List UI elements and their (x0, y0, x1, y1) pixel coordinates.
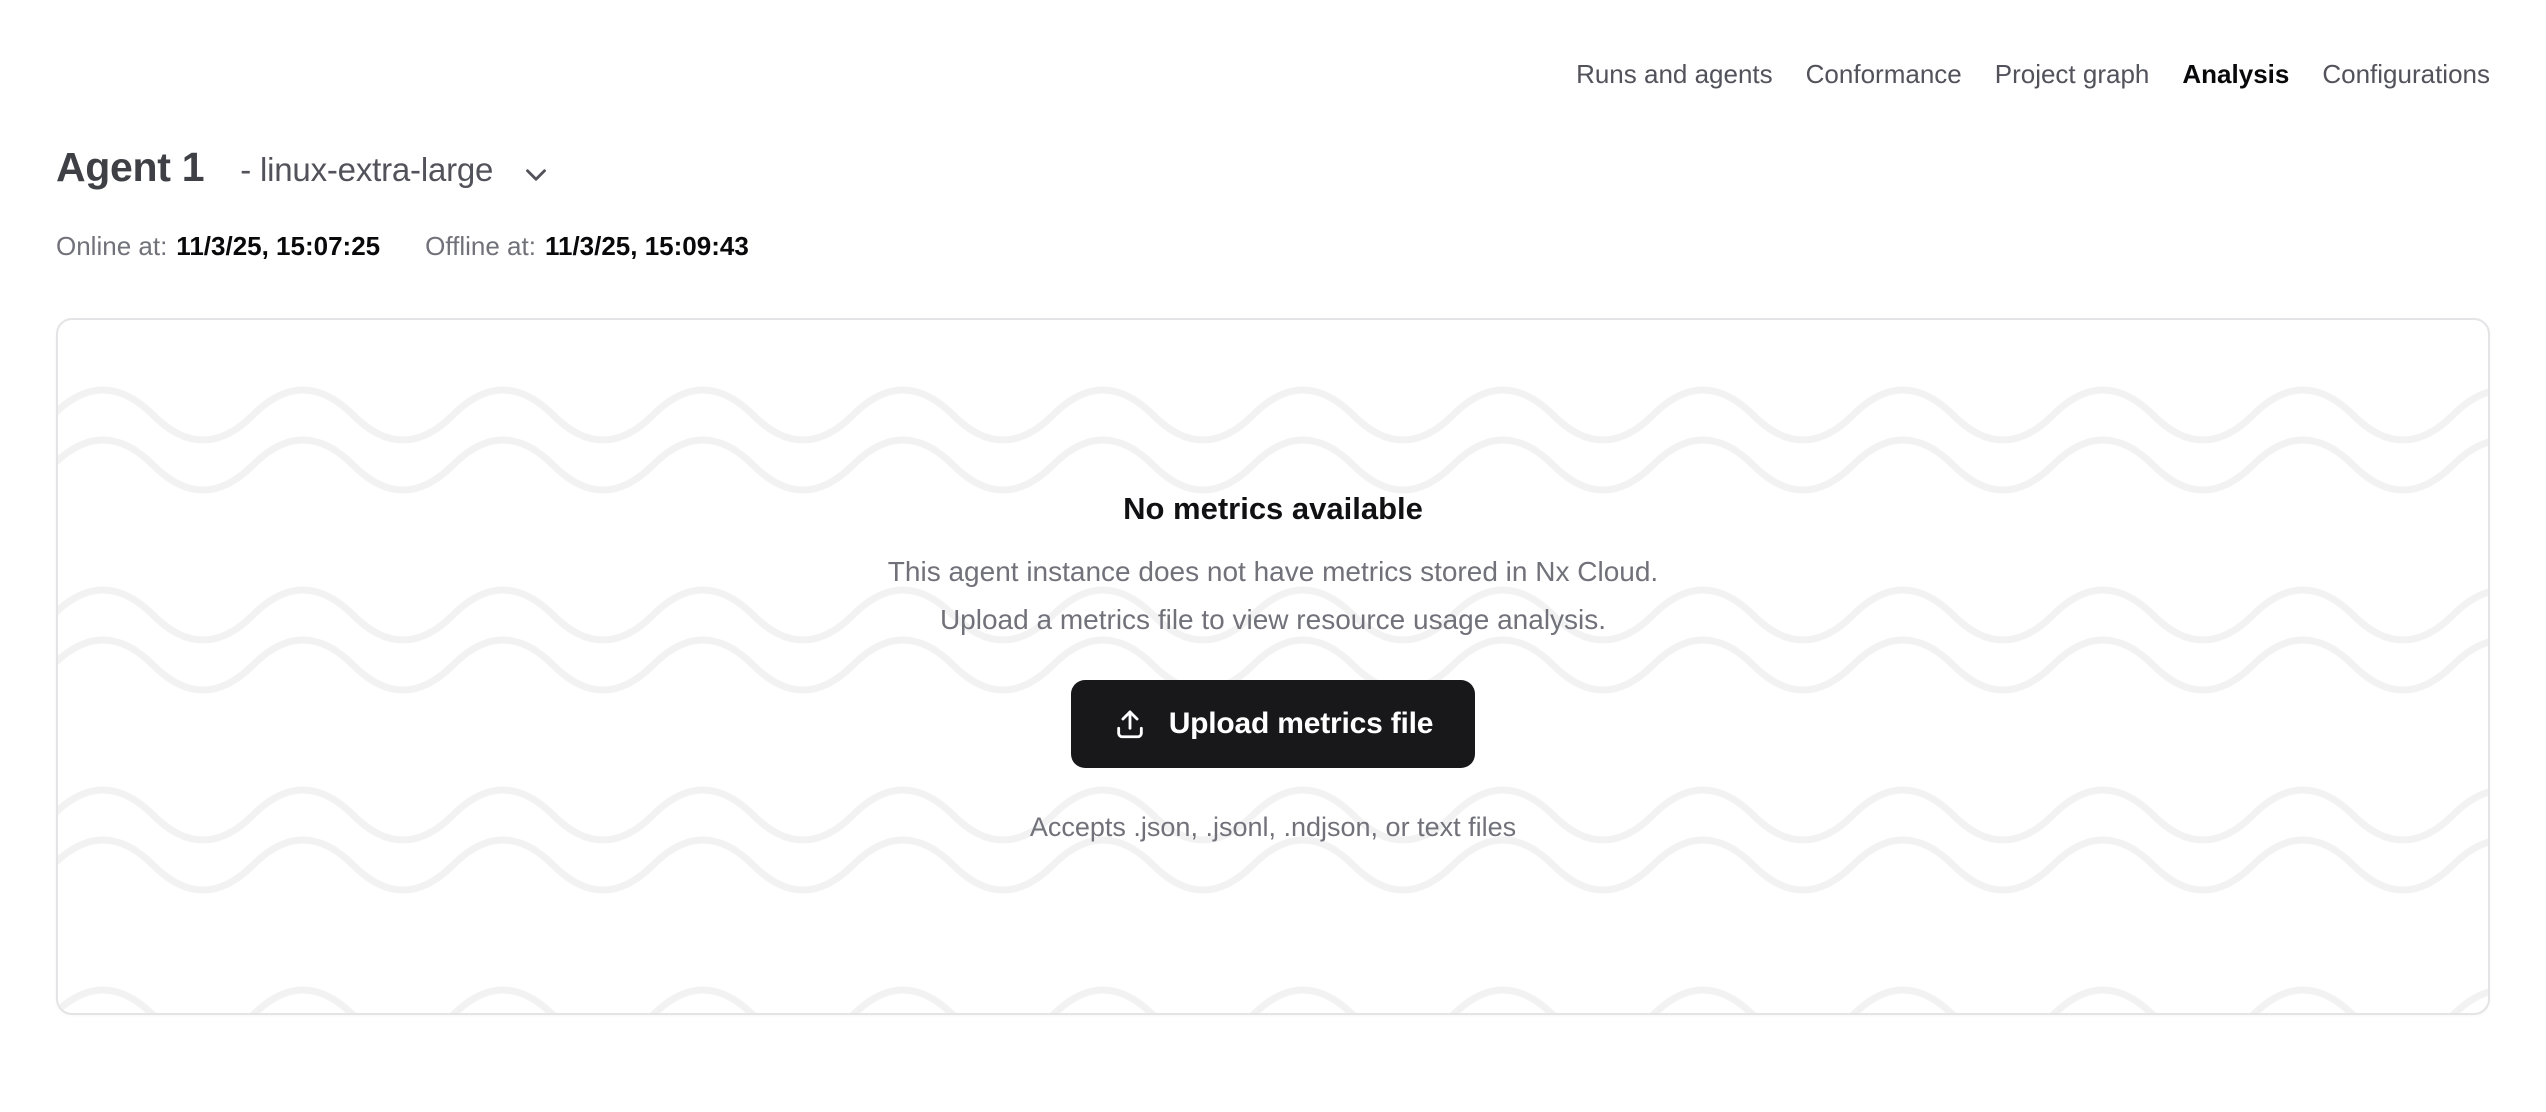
upload-metrics-button[interactable]: Upload metrics file (1071, 680, 1476, 768)
chevron-down-icon (519, 158, 553, 192)
agent-header: Agent 1 - linux-extra-large (56, 142, 2490, 192)
top-nav: Runs and agents Conformance Project grap… (56, 0, 2490, 90)
nav-item-runs-and-agents[interactable]: Runs and agents (1576, 58, 1773, 90)
agent-machine-label: - linux-extra-large (240, 151, 493, 189)
empty-state-line2: Upload a metrics file to view resource u… (940, 604, 1606, 635)
agent-analysis-page: Runs and agents Conformance Project grap… (0, 0, 2546, 1112)
empty-state: No metrics available This agent instance… (58, 320, 2488, 1013)
agent-selector-toggle[interactable] (519, 158, 553, 192)
upload-button-label: Upload metrics file (1169, 707, 1434, 741)
offline-at: Offline at: 11/3/25, 15:09:43 (425, 230, 749, 262)
empty-state-line1: This agent instance does not have metric… (888, 556, 1658, 587)
empty-state-description: This agent instance does not have metric… (888, 548, 1658, 644)
nav-item-analysis[interactable]: Analysis (2182, 58, 2289, 90)
nav-item-conformance[interactable]: Conformance (1806, 58, 1962, 90)
online-at-value: 11/3/25, 15:07:25 (176, 230, 380, 262)
page-title: Agent 1 (56, 142, 204, 192)
offline-at-label: Offline at: (425, 230, 536, 262)
online-at: Online at: 11/3/25, 15:07:25 (56, 230, 380, 262)
nav-item-project-graph[interactable]: Project graph (1995, 58, 2150, 90)
agent-timestamps: Online at: 11/3/25, 15:07:25 Offline at:… (56, 230, 2490, 262)
empty-state-title: No metrics available (1123, 489, 1423, 529)
accepted-file-types-hint: Accepts .json, .jsonl, .ndjson, or text … (1030, 810, 1516, 844)
metrics-card: No metrics available This agent instance… (56, 318, 2490, 1015)
nav-item-configurations[interactable]: Configurations (2322, 58, 2490, 90)
upload-icon (1113, 707, 1147, 741)
offline-at-value: 11/3/25, 15:09:43 (545, 230, 749, 262)
online-at-label: Online at: (56, 230, 167, 262)
